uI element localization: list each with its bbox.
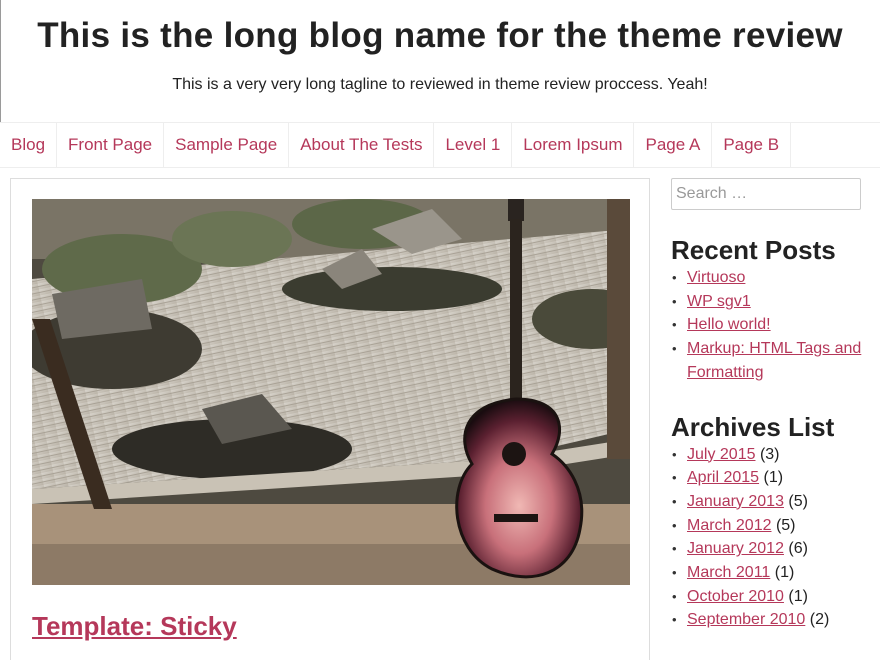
- list-item: January 2013 (5): [672, 490, 871, 514]
- main-navigation: Blog Front Page Sample Page About The Te…: [0, 122, 880, 168]
- post-article: Template: Sticky: [10, 178, 650, 660]
- archive-link[interactable]: January 2013: [687, 493, 784, 510]
- recent-posts-list: Virtuoso WP sgv1 Hello world! Markup: HT…: [671, 266, 871, 385]
- archive-link[interactable]: October 2010: [687, 588, 784, 605]
- archive-link[interactable]: July 2015: [687, 446, 756, 463]
- list-item: Virtuoso: [672, 266, 871, 290]
- nav-item-blog[interactable]: Blog: [0, 123, 58, 167]
- list-item: WP sgv1: [672, 290, 871, 314]
- site-tagline: This is a very very long tagline to revi…: [172, 76, 708, 93]
- list-item: January 2012 (6): [672, 537, 871, 561]
- nav-item-sample-page[interactable]: Sample Page: [164, 123, 290, 167]
- recent-post-link[interactable]: WP sgv1: [687, 293, 751, 310]
- search-input[interactable]: [671, 178, 861, 210]
- archive-link[interactable]: March 2012: [687, 517, 772, 534]
- archive-count: (5): [788, 492, 808, 510]
- recent-post-link[interactable]: Markup: HTML Tags and Formatting: [687, 340, 861, 381]
- nav-item-page-a[interactable]: Page A: [634, 123, 713, 167]
- blog-page: This is the long blog name for the theme…: [0, 0, 880, 660]
- site-title[interactable]: This is the long blog name for the theme…: [0, 14, 880, 58]
- post-title-link[interactable]: Template: Sticky: [32, 611, 237, 642]
- archive-count: (6): [788, 540, 808, 558]
- recent-post-link[interactable]: Virtuoso: [687, 269, 745, 286]
- list-item: March 2011 (1): [672, 561, 871, 585]
- list-item: September 2010 (2): [672, 608, 871, 632]
- archive-count: (3): [759, 445, 780, 463]
- window-edge: [0, 0, 1, 122]
- nav-item-level-1[interactable]: Level 1: [434, 123, 513, 167]
- list-item: July 2015 (3): [672, 443, 871, 467]
- archives-list: July 2015 (3) April 2015 (1) January 201…: [671, 443, 871, 633]
- list-item: April 2015 (1): [672, 466, 871, 490]
- nav-item-page-b[interactable]: Page B: [712, 123, 792, 167]
- list-item: March 2012 (5): [672, 514, 871, 538]
- archive-link[interactable]: April 2015: [687, 469, 759, 486]
- guitar-garden-photo: [32, 199, 630, 585]
- recent-post-link[interactable]: Hello world!: [687, 316, 771, 333]
- site-header: This is the long blog name for the theme…: [0, 0, 880, 108]
- archive-count: (1): [763, 469, 784, 487]
- list-item: Markup: HTML Tags and Formatting: [672, 337, 871, 384]
- archive-link[interactable]: January 2012: [687, 540, 784, 557]
- archive-count: (1): [774, 564, 795, 582]
- archive-count: (2): [809, 611, 830, 629]
- featured-image[interactable]: [32, 199, 630, 585]
- list-item: Hello world!: [672, 313, 871, 337]
- archive-count: (5): [775, 516, 796, 534]
- list-item: October 2010 (1): [672, 585, 871, 609]
- nav-item-lorem-ipsum[interactable]: Lorem Ipsum: [512, 123, 635, 167]
- recent-posts-title: Recent Posts: [671, 235, 836, 265]
- archive-link[interactable]: March 2011: [687, 564, 770, 581]
- sidebar: Recent Posts Virtuoso WP sgv1 Hello worl…: [671, 178, 871, 632]
- archive-link[interactable]: September 2010: [687, 611, 805, 628]
- nav-item-front-page[interactable]: Front Page: [57, 123, 165, 167]
- nav-item-about-the-tests[interactable]: About The Tests: [289, 123, 435, 167]
- archives-title: Archives List: [671, 411, 835, 442]
- archive-count: (1): [788, 587, 808, 605]
